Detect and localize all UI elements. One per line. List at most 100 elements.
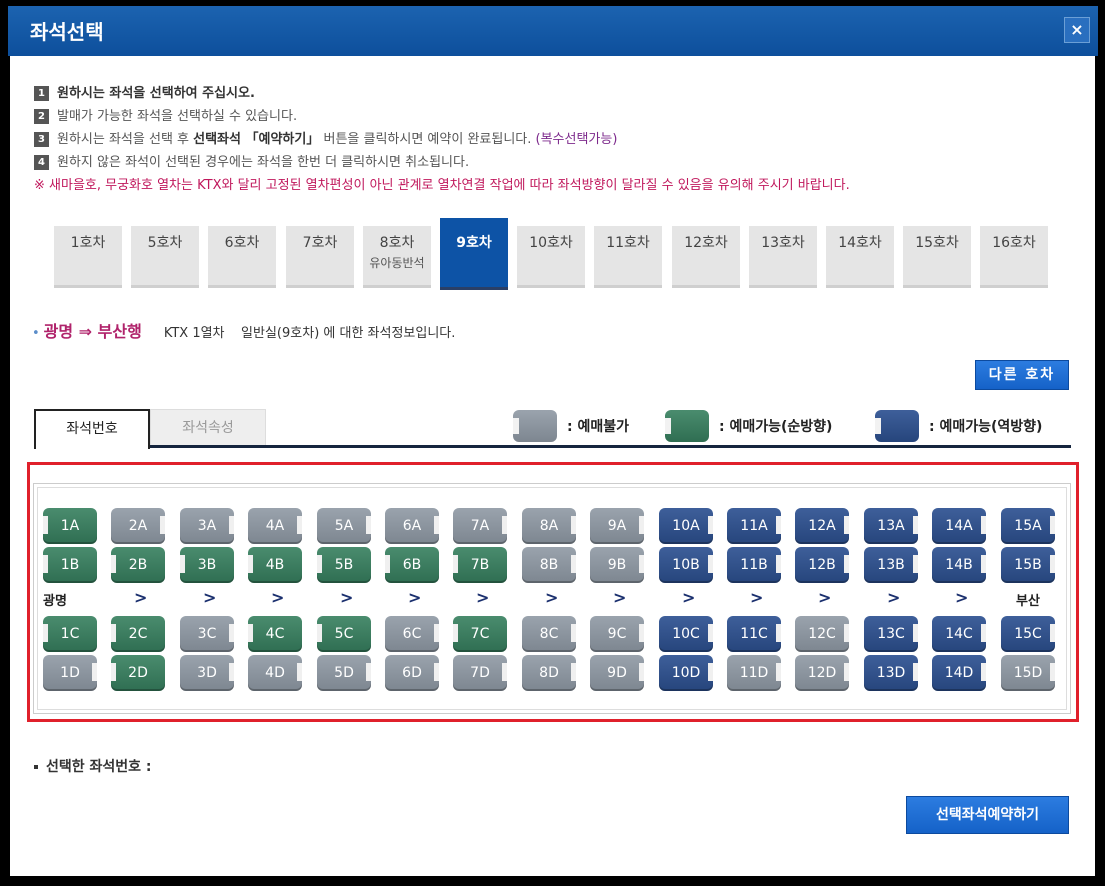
car-tab-13[interactable]: 16호차 [980, 226, 1048, 288]
car-tab-11[interactable]: 14호차 [826, 226, 894, 288]
car-tab-12[interactable]: 15호차 [903, 226, 971, 288]
seat-11c[interactable]: 11C [727, 616, 781, 652]
seat-headrest [229, 624, 234, 642]
car-tab-label: 10호차 [529, 235, 573, 251]
seat-15c[interactable]: 15C [1001, 616, 1055, 652]
seat-13c[interactable]: 13C [864, 616, 918, 652]
route-suffix: 에 대한 좌석정보입니다. [323, 326, 456, 341]
seat-label: 7D [470, 665, 490, 681]
seat-5c[interactable]: 5C [317, 616, 371, 652]
seat-2b[interactable]: 2B [111, 547, 165, 583]
seat-1a[interactable]: 1A [43, 508, 97, 544]
seat-2c[interactable]: 2C [111, 616, 165, 652]
car-tab-9[interactable]: 12호차 [672, 226, 740, 288]
seat-headrest [366, 663, 371, 681]
instruction-3-post: 버튼을 클릭하시면 예약이 완료됩니다. [319, 132, 536, 147]
seat-label: 10C [672, 626, 700, 642]
seat-11a[interactable]: 11A [727, 508, 781, 544]
seat-label: 9D [607, 665, 627, 681]
seat-15d: 15D [1001, 655, 1055, 691]
seat-headrest [708, 624, 713, 642]
seat-4b[interactable]: 4B [248, 547, 302, 583]
car-tab-label: 15호차 [915, 235, 959, 251]
seat-headrest [639, 663, 644, 681]
seat-10c[interactable]: 10C [659, 616, 713, 652]
seat-label: 8C [539, 626, 559, 642]
seat-15b[interactable]: 15B [1001, 547, 1055, 583]
other-car-button[interactable]: 다른 호차 [975, 360, 1069, 390]
seat-13a[interactable]: 13A [864, 508, 918, 544]
seat-10d[interactable]: 10D [659, 655, 713, 691]
tab-seat-attribute[interactable]: 좌석속성 [150, 409, 266, 447]
car-tab-10[interactable]: 13호차 [749, 226, 817, 288]
direction-arrow-icon: > [340, 588, 354, 607]
seat-label: 5A [334, 518, 354, 534]
seat-6b[interactable]: 6B [385, 547, 439, 583]
seat-headrest [111, 624, 116, 642]
car-tab-7[interactable]: 10호차 [517, 226, 585, 288]
seat-14b[interactable]: 14B [932, 547, 986, 583]
car-tab-2[interactable]: 5호차 [131, 226, 199, 288]
seat-headrest [844, 663, 849, 681]
seat-headrest [708, 516, 713, 534]
seat-1c[interactable]: 1C [43, 616, 97, 652]
seat-headrest [434, 663, 439, 681]
seat-4c[interactable]: 4C [248, 616, 302, 652]
seat-label: 10A [672, 518, 700, 534]
seat-label: 1D [60, 665, 80, 681]
seat-12a[interactable]: 12A [795, 508, 849, 544]
seat-15a[interactable]: 15A [1001, 508, 1055, 544]
seat-10b[interactable]: 10B [659, 547, 713, 583]
seat-selection-window: 좌석선택 × 1 원하시는 좌석을 선택하여 주십시오. 2 발매가 가능한 좌석을… [0, 0, 1105, 886]
seat-3b[interactable]: 3B [180, 547, 234, 583]
car-tab-4[interactable]: 7호차 [286, 226, 354, 288]
car-tab-3[interactable]: 6호차 [208, 226, 276, 288]
seat-3a: 3A [180, 508, 234, 544]
seat-2d[interactable]: 2D [111, 655, 165, 691]
route-title: 광명 ⇒ 부산행 [43, 322, 142, 341]
car-tab-8[interactable]: 11호차 [594, 226, 662, 288]
seat-headrest [1050, 624, 1055, 642]
seat-3c: 3C [180, 616, 234, 652]
seat-10a[interactable]: 10A [659, 508, 713, 544]
legend-unavailable: : 예매불가 [513, 409, 629, 443]
seat-headrest [844, 624, 849, 642]
seat-label: 7A [470, 518, 490, 534]
seat-5b[interactable]: 5B [317, 547, 371, 583]
car-tab-5[interactable]: 8호차 유아동반석 [363, 226, 431, 288]
seat-9c: 9C [590, 616, 644, 652]
seat-headrest [913, 624, 918, 642]
selected-seats: 선택한 좌석번호 : [34, 756, 152, 776]
seat-headrest [913, 555, 918, 573]
seat-headrest [434, 516, 439, 534]
selected-bullet [34, 765, 38, 769]
seat-11b[interactable]: 11B [727, 547, 781, 583]
seat-headrest [43, 516, 48, 534]
car-tabs: 1호차 5호차 6호차 7호차 8호차 유아동반석 9호차 10호차 11호차 12호차 13호차 1… [54, 218, 1054, 296]
seat-11d: 11D [727, 655, 781, 691]
seat-14a[interactable]: 14A [932, 508, 986, 544]
seat-headrest [317, 624, 322, 642]
car-tab-6[interactable]: 9호차 [440, 218, 508, 290]
seat-14c[interactable]: 14C [932, 616, 986, 652]
seat-label: 2A [128, 518, 148, 534]
car-tab-1[interactable]: 1호차 [54, 226, 122, 288]
seat-label: 4C [265, 626, 285, 642]
seat-headrest [571, 516, 576, 534]
tab-seat-number[interactable]: 좌석번호 [34, 409, 150, 449]
seat-13d[interactable]: 13D [864, 655, 918, 691]
seat-1b[interactable]: 1B [43, 547, 97, 583]
seat-7c[interactable]: 7C [453, 616, 507, 652]
seat-7b[interactable]: 7B [453, 547, 507, 583]
seat-13b[interactable]: 13B [864, 547, 918, 583]
seat-label: 11A [740, 518, 768, 534]
direction-arrow-icon: > [408, 588, 422, 607]
seat-headrest [776, 624, 781, 642]
seat-14d[interactable]: 14D [932, 655, 986, 691]
close-button[interactable]: × [1064, 17, 1090, 43]
seat-12b[interactable]: 12B [795, 547, 849, 583]
seat-headrest [981, 555, 986, 573]
seat-label: 8B [539, 557, 559, 573]
instruction-3-pre: 원하시는 좌석을 선택 후 [57, 132, 194, 147]
reserve-selected-button[interactable]: 선택좌석예약하기 [906, 796, 1069, 834]
